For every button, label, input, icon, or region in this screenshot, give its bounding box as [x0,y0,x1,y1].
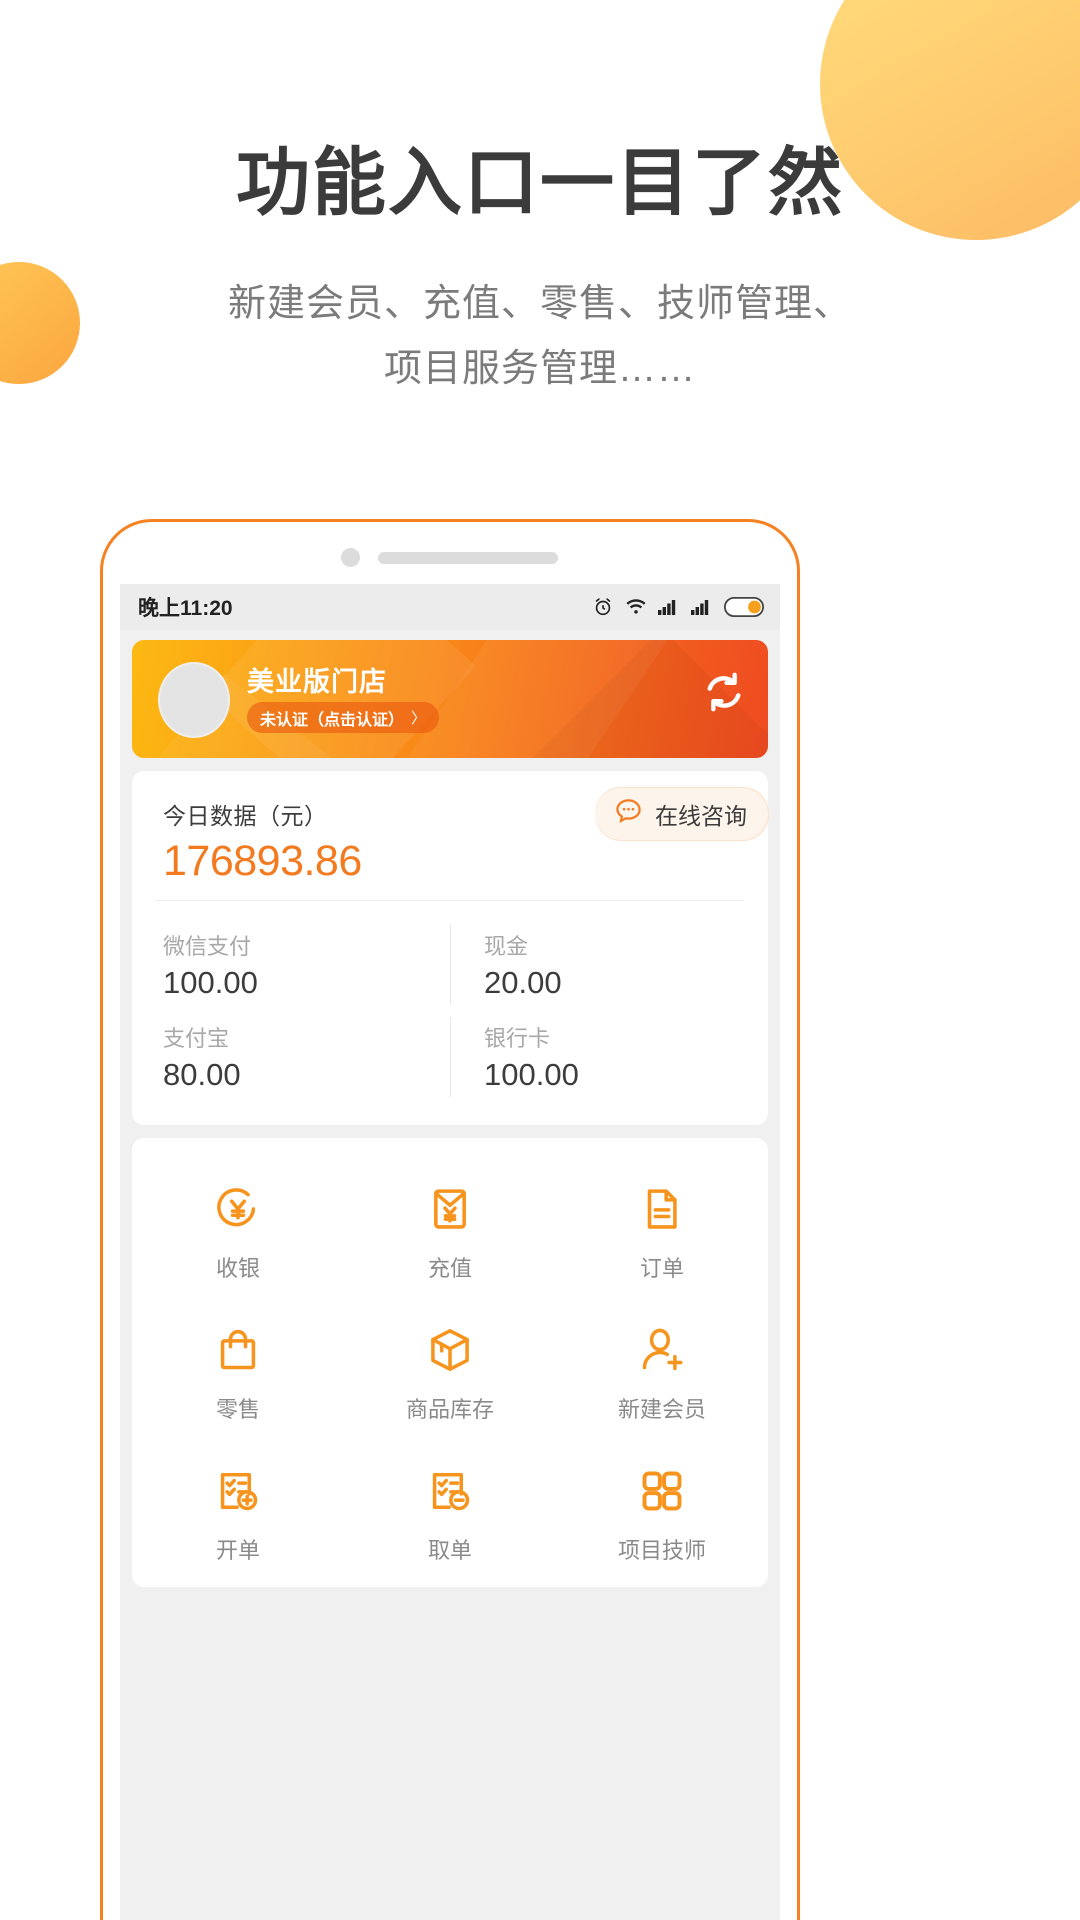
grid-icon [556,1464,768,1518]
payment-cell: 微信支付 100.00 [132,919,450,1011]
document-icon [556,1182,768,1236]
payment-value: 100.00 [163,965,258,1000]
function-item-orders[interactable]: 订单 [556,1164,768,1305]
payment-value: 20.00 [484,965,562,1000]
function-label: 项目技师 [617,1538,706,1563]
signal-icon [658,598,680,616]
online-consult-button[interactable]: 在线咨询 [595,788,769,840]
page-subtitle: 新建会员、充值、零售、技师管理、 项目服务管理…… [0,272,1080,403]
checklist-plus-icon [132,1464,344,1518]
function-label: 收银 [215,1256,260,1281]
front-camera-icon [341,548,360,567]
earpiece-speaker [378,552,558,564]
function-row: 收银 充值 订单 [132,1164,768,1305]
checklist-minus-icon [344,1464,556,1518]
today-data-card: 今日数据（元） 176893.86 在线咨询 微信支付 100.00 现金 20… [132,771,769,1125]
page-headline: 功能入口一目了然 [236,141,844,224]
signal-icon [691,598,713,616]
payment-value: 100.00 [484,1057,579,1092]
function-item-new-member[interactable]: 新建会员 [556,1305,768,1446]
function-row: 零售 商品库存 新建会员 [132,1305,768,1446]
verify-badge-label: 未认证（点击认证） [260,711,405,729]
payment-value: 80.00 [163,1057,241,1092]
status-bar: 晚上11:20 [120,584,780,630]
shop-header-card[interactable]: 美业版门店 未认证（点击认证） 〉 [132,640,768,758]
subtitle-line-2: 项目服务管理…… [383,348,696,391]
function-label: 新建会员 [617,1397,706,1422]
today-amount: 176893.86 [163,837,362,885]
yen-circle-icon [132,1182,344,1236]
function-label: 零售 [215,1397,260,1422]
function-item-retail[interactable]: 零售 [132,1305,344,1446]
function-label: 取单 [427,1538,472,1563]
status-icon-group [592,596,764,618]
function-label: 充值 [427,1256,472,1281]
function-label: 商品库存 [405,1397,494,1422]
function-item-service-staff[interactable]: 项目技师 [556,1446,768,1587]
phone-mockup: 晚上11:20 美业版门店 未认证（点击认证） 〉 今日数据（元） 176893… [100,519,800,1920]
envelope-yen-icon [344,1182,556,1236]
payment-cell: 支付宝 80.00 [132,1011,450,1103]
refresh-icon[interactable] [702,670,746,719]
function-item-create-order[interactable]: 开单 [132,1446,344,1587]
payment-cell: 银行卡 100.00 [450,1011,768,1103]
payment-cell: 现金 20.00 [450,919,768,1011]
function-item-cancel-order[interactable]: 取单 [344,1446,556,1587]
shop-name: 美业版门店 [247,667,387,697]
payment-label: 现金 [484,934,529,959]
function-label: 订单 [639,1256,684,1281]
verify-badge[interactable]: 未认证（点击认证） 〉 [247,702,440,733]
function-label: 开单 [215,1538,260,1563]
avatar[interactable] [158,662,230,738]
chat-bubble-icon [613,796,644,832]
function-grid-card: 收银 充值 订单 零售 商品库存 新建会员 开单 取单 项目技师 [132,1138,768,1587]
today-summary: 今日数据（元） 176893.86 在线咨询 [132,771,769,900]
phone-screen: 晚上11:20 美业版门店 未认证（点击认证） 〉 今日数据（元） 176893… [120,584,780,1920]
shopping-bag-icon [132,1323,344,1377]
phone-top-bezel [103,522,797,584]
function-item-cashier[interactable]: 收银 [132,1164,344,1305]
person-plus-icon [556,1323,768,1377]
battery-icon [724,597,764,617]
function-item-inventory[interactable]: 商品库存 [344,1305,556,1446]
wifi-icon [625,597,647,617]
function-item-recharge[interactable]: 充值 [344,1164,556,1305]
payment-label: 银行卡 [484,1026,551,1051]
online-consult-label: 在线咨询 [655,803,747,829]
promo-page: 功能入口一目了然 新建会员、充值、零售、技师管理、 项目服务管理…… 晚上11:… [0,0,1080,1920]
payment-label: 支付宝 [163,1026,230,1051]
chevron-right-icon: 〉 [411,710,427,727]
payment-label: 微信支付 [163,934,252,959]
box-icon [344,1323,556,1377]
function-row: 开单 取单 项目技师 [132,1446,768,1587]
payment-breakdown-grid: 微信支付 100.00 现金 20.00 支付宝 80.00 银行卡 100.0… [132,901,768,1125]
alarm-icon [592,596,614,618]
status-time: 晚上11:20 [138,597,233,620]
subtitle-line-1: 新建会员、充值、零售、技师管理、 [227,283,852,325]
